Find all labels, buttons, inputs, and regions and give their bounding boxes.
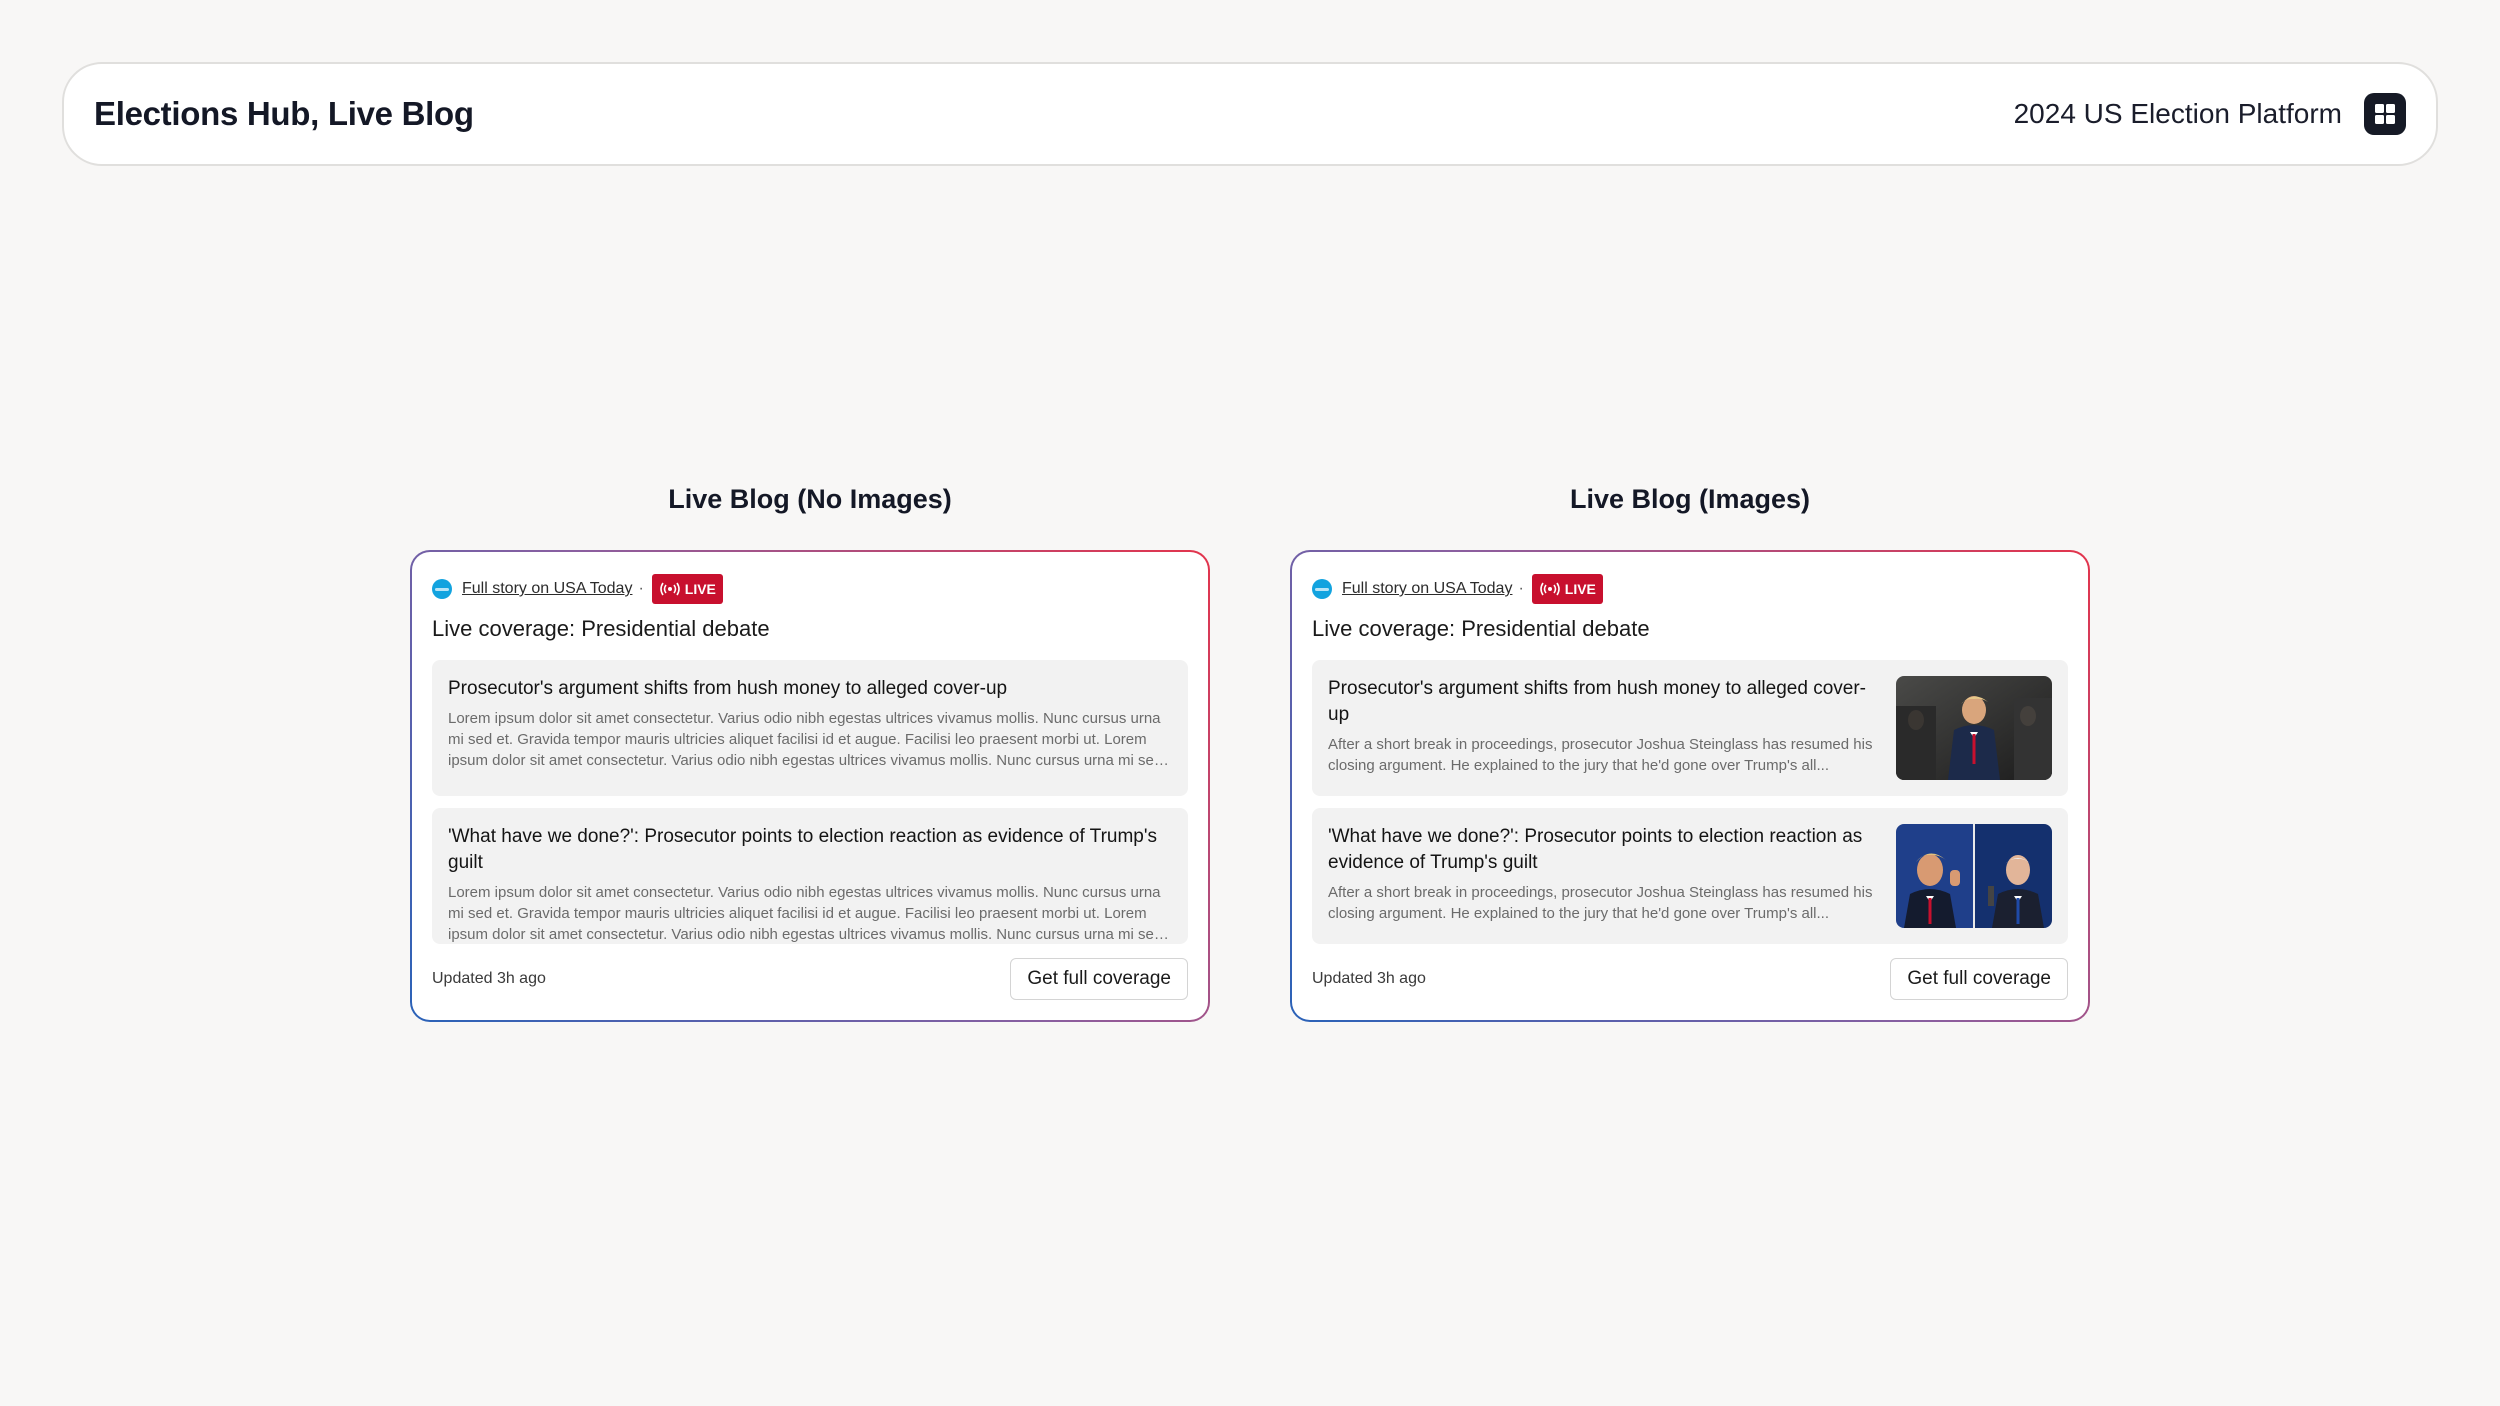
item-body: Lorem ipsum dolor sit amet consectetur. …	[448, 884, 1163, 943]
usa-today-logo-icon	[1312, 579, 1332, 599]
live-badge: LIVE	[651, 574, 723, 604]
live-blog-card-no-images: Full story on USA Today · LIVE Live cove…	[410, 550, 1210, 1022]
page-header: Elections Hub, Live Blog 2024 US Electio…	[62, 62, 2438, 166]
header-right: 2024 US Election Platform	[2014, 93, 2406, 135]
card-footer: Updated 3h ago Get full coverage	[432, 958, 1188, 1000]
broadcast-icon	[1539, 582, 1560, 596]
card-footer: Updated 3h ago Get full coverage	[1312, 958, 2068, 1000]
grid-icon[interactable]	[2364, 93, 2406, 135]
get-full-coverage-button[interactable]: Get full coverage	[1010, 958, 1188, 1000]
list-item[interactable]: Prosecutor's argument shifts from hush m…	[432, 660, 1188, 796]
item-body: After a short break in proceedings, pros…	[1328, 884, 1873, 922]
section-title-images: Live Blog (Images)	[1569, 484, 1811, 514]
platform-label: 2024 US Election Platform	[2013, 98, 2342, 129]
live-label: LIVE	[1564, 581, 1596, 597]
card-headline: Live coverage: Presidential debate	[432, 616, 770, 641]
item-title: Prosecutor's argument shifts from hush m…	[448, 678, 1008, 699]
live-badge: LIVE	[1531, 574, 1603, 604]
separator: ·	[638, 580, 644, 597]
full-story-link[interactable]: Full story on USA Today	[462, 580, 632, 598]
source-row: Full story on USA Today · LIVE	[432, 574, 1188, 604]
updated-timestamp: Updated 3h ago	[1312, 970, 1426, 987]
item-body: After a short break in proceedings, pros…	[1328, 736, 1873, 774]
card-headline: Live coverage: Presidential debate	[1312, 616, 1650, 641]
list-item[interactable]: Prosecutor's argument shifts from hush m…	[1312, 660, 2068, 796]
item-text: Prosecutor's argument shifts from hush m…	[448, 676, 1172, 784]
news-thumbnail	[1896, 676, 2052, 780]
usa-today-logo-icon	[432, 579, 452, 599]
card-body: Full story on USA Today · LIVE Live cove…	[1292, 552, 2088, 1020]
live-blog-card-images: Full story on USA Today · LIVE Live cove…	[1290, 550, 2090, 1022]
full-story-link[interactable]: Full story on USA Today	[1342, 580, 1512, 598]
list-item[interactable]: 'What have we done?': Prosecutor points …	[432, 808, 1188, 944]
separator: ·	[1518, 580, 1524, 597]
live-label: LIVE	[684, 581, 716, 597]
item-title: 'What have we done?': Prosecutor points …	[1328, 826, 1863, 873]
card-body: Full story on USA Today · LIVE Live cove…	[412, 552, 1208, 1020]
updated-timestamp: Updated 3h ago	[432, 970, 546, 987]
list-item[interactable]: 'What have we done?': Prosecutor points …	[1312, 808, 2068, 944]
source-row: Full story on USA Today · LIVE	[1312, 574, 2068, 604]
item-title: 'What have we done?': Prosecutor points …	[448, 826, 1157, 873]
get-full-coverage-button[interactable]: Get full coverage	[1890, 958, 2068, 1000]
news-thumbnail	[1896, 824, 2052, 928]
item-text: 'What have we done?': Prosecutor points …	[448, 824, 1172, 943]
item-text: Prosecutor's argument shifts from hush m…	[1328, 676, 1876, 784]
broadcast-icon	[659, 582, 680, 596]
section-title-no-images: Live Blog (No Images)	[668, 484, 952, 514]
item-body: Lorem ipsum dolor sit amet consectetur. …	[448, 710, 1163, 769]
item-text: 'What have we done?': Prosecutor points …	[1328, 824, 1876, 932]
item-title: Prosecutor's argument shifts from hush m…	[1328, 678, 1866, 725]
page-title: Elections Hub, Live Blog	[94, 95, 474, 132]
